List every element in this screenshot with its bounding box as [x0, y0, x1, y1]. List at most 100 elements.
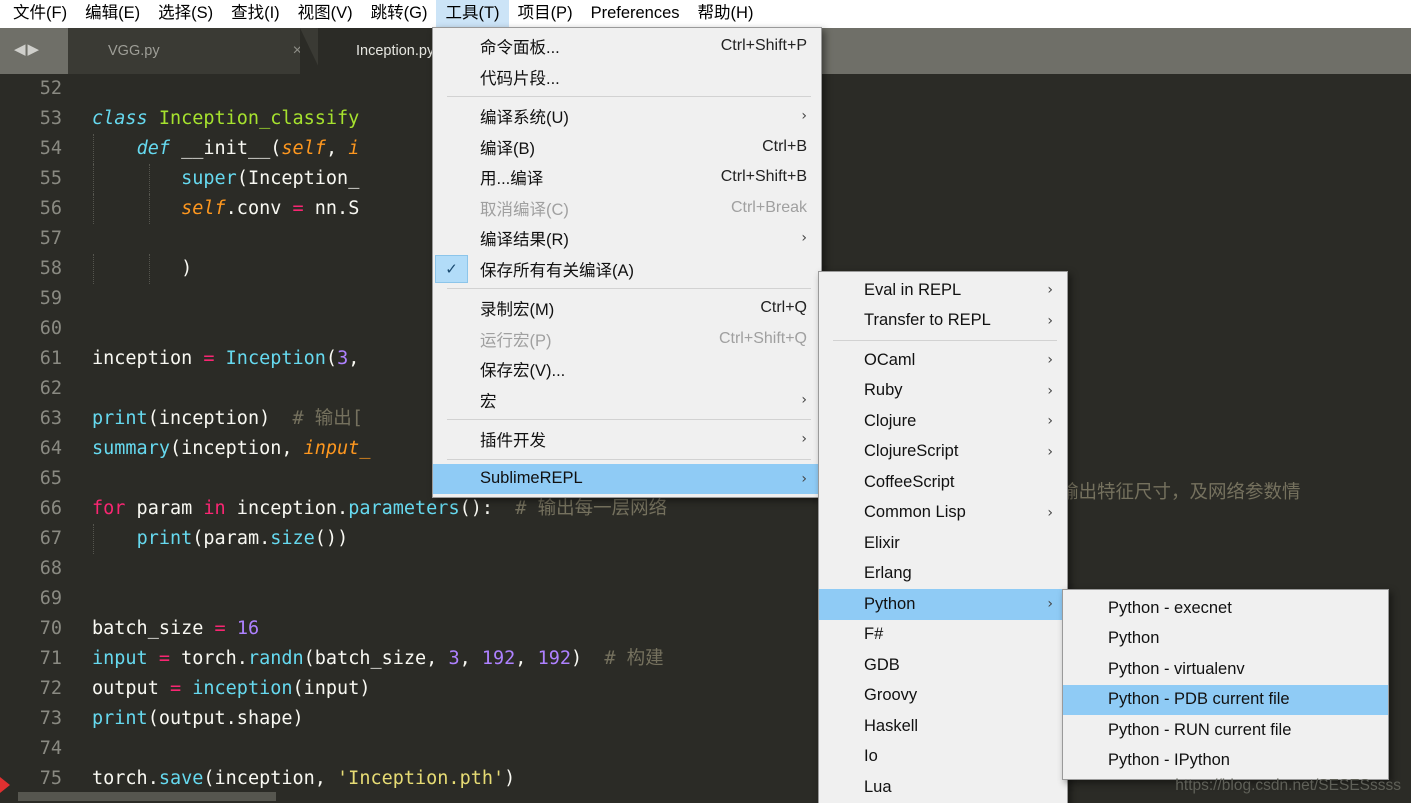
menu-separator — [447, 96, 811, 97]
menu-item[interactable]: Clojure › — [819, 406, 1067, 437]
menu-item[interactable]: Python - RUN current file — [1063, 715, 1388, 746]
code-token: self — [181, 198, 226, 219]
code-token: save — [158, 768, 204, 789]
code-token: def — [136, 138, 182, 159]
menu-item[interactable]: Elixir — [819, 528, 1067, 559]
menu-item-label: 录制宏(M) — [480, 301, 555, 320]
menu-item-label: 取消编译(C) — [480, 200, 569, 219]
editor-scrollbar[interactable] — [1397, 74, 1411, 803]
code-token: size — [270, 528, 315, 549]
menu-item[interactable]: 宏 › — [433, 385, 821, 416]
line-number: 52 — [39, 78, 62, 99]
python-submenu[interactable]: Python - execnet Python Python - virtualen… — [1062, 589, 1389, 780]
indent-guide — [93, 194, 94, 224]
code-token: i — [348, 138, 360, 159]
tab-nav-arrows[interactable]: ◀▶ — [14, 40, 41, 58]
menubar-item-6[interactable]: 工具(T) — [436, 0, 509, 28]
menu-item[interactable]: ✓ 保存所有有关编译(A) — [433, 254, 821, 285]
code-token: super — [181, 168, 237, 189]
code-token: for — [92, 498, 126, 519]
indent-guide — [93, 254, 94, 284]
menu-item-label: Groovy — [864, 686, 918, 705]
menu-item[interactable]: Python - IPython — [1063, 746, 1388, 777]
code-token: # 输出每一层网络 — [515, 498, 668, 519]
code-line[interactable]: 68 — [0, 554, 1411, 584]
menu-item[interactable]: CoffeeScript — [819, 467, 1067, 498]
menu-item[interactable]: Haskell — [819, 711, 1067, 742]
menu-item[interactable]: Io — [819, 742, 1067, 773]
code-line-content: print(inception) # 输出[ — [78, 404, 363, 434]
menu-item[interactable]: Python — [1063, 624, 1388, 655]
line-number: 71 — [39, 648, 62, 669]
menu-item[interactable]: 用...编译 Ctrl+Shift+B — [433, 162, 821, 193]
line-number: 70 — [39, 618, 62, 639]
code-token: ( — [270, 138, 282, 159]
menu-item[interactable]: Python - execnet — [1063, 593, 1388, 624]
menu-item[interactable]: Python - PDB current file — [1063, 684, 1388, 715]
menubar-item-0[interactable]: 文件(F) — [4, 0, 76, 28]
menu-item[interactable]: Eval in REPL › — [819, 275, 1067, 306]
menubar-item-5[interactable]: 跳转(G) — [362, 0, 437, 28]
code-line-content: super(Inception_ — [78, 164, 359, 194]
menubar-item-9[interactable]: 帮助(H) — [689, 0, 763, 28]
line-number: 73 — [39, 708, 62, 729]
line-number: 74 — [39, 738, 62, 759]
menu-item[interactable]: Transfer to REPL › — [819, 306, 1067, 337]
tab-vgg-py[interactable]: VGG.py × — [68, 28, 318, 74]
menu-item[interactable]: 录制宏(M) Ctrl+Q — [433, 293, 821, 324]
menu-item-shortcut: Ctrl+Shift+P — [720, 37, 807, 55]
error-marker-icon — [0, 777, 10, 793]
chevron-right-icon: › — [1047, 352, 1053, 369]
menu-item[interactable]: ClojureScript › — [819, 437, 1067, 468]
menu-item[interactable]: Erlang — [819, 559, 1067, 590]
indent-guide — [93, 524, 94, 554]
line-number: 68 — [39, 558, 62, 579]
code-line[interactable]: 67 print(param.size()) — [0, 524, 1411, 554]
menubar-item-3[interactable]: 查找(I) — [222, 0, 289, 28]
code-token: (): — [459, 498, 516, 519]
menubar-item-2[interactable]: 选择(S) — [149, 0, 222, 28]
menu-item[interactable]: 编译(B) Ctrl+B — [433, 132, 821, 163]
menu-item-shortcut: Ctrl+B — [762, 137, 807, 155]
menu-item-label: Eval in REPL — [864, 280, 962, 299]
line-number: 55 — [39, 168, 62, 189]
menu-item[interactable]: Common Lisp › — [819, 498, 1067, 529]
nav-prev-icon[interactable]: ◀ — [14, 41, 28, 58]
menu-item-label: ClojureScript — [864, 442, 959, 461]
menubar-item-7[interactable]: 项目(P) — [509, 0, 582, 28]
tools-dropdown-menu[interactable]: 命令面板... Ctrl+Shift+P 代码片段... 编译系统(U) › 编译(B) C… — [432, 27, 822, 498]
menu-item[interactable]: 编译结果(R) › — [433, 223, 821, 254]
menu-item[interactable]: F# — [819, 620, 1067, 651]
horizontal-scrollbar[interactable] — [18, 792, 276, 801]
menu-item[interactable]: Python › — [819, 589, 1067, 620]
menu-item[interactable]: Lua — [819, 772, 1067, 803]
menu-item[interactable]: GDB — [819, 650, 1067, 681]
menu-item-shortcut: Ctrl+Shift+B — [720, 168, 807, 186]
code-token: , — [325, 138, 349, 159]
menu-item[interactable]: Groovy — [819, 681, 1067, 712]
nav-next-icon[interactable]: ▶ — [28, 41, 42, 58]
line-number: 66 — [39, 498, 62, 519]
code-token: (inception, — [169, 438, 304, 459]
code-line-content: torch.save(inception, 'Inception.pth') — [78, 764, 515, 794]
menu-item[interactable]: 代码片段... — [433, 62, 821, 93]
menu-item[interactable]: Ruby › — [819, 376, 1067, 407]
menu-item[interactable]: SublimeREPL › — [433, 463, 821, 494]
line-number: 63 — [39, 408, 62, 429]
menu-item[interactable]: 插件开发 › — [433, 424, 821, 455]
code-line-content: output = inception(input) — [78, 674, 370, 704]
code-token: = — [158, 648, 170, 669]
menubar-item-4[interactable]: 视图(V) — [289, 0, 362, 28]
menu-item[interactable]: 保存宏(V)... — [433, 354, 821, 385]
menu-item[interactable]: 编译系统(U) › — [433, 101, 821, 132]
menu-item[interactable]: OCaml › — [819, 345, 1067, 376]
sublimerepl-submenu[interactable]: Eval in REPL › Transfer to REPL › OCaml › Ruby… — [818, 271, 1068, 803]
menubar-item-8[interactable]: Preferences — [582, 0, 689, 28]
code-token: # 输出[ — [292, 408, 363, 429]
menu-item[interactable]: 命令面板... Ctrl+Shift+P — [433, 31, 821, 62]
menubar-item-1[interactable]: 编辑(E) — [76, 0, 149, 28]
menu-item[interactable]: Python - virtualenv — [1063, 654, 1388, 685]
code-token: (inception, — [203, 768, 338, 789]
